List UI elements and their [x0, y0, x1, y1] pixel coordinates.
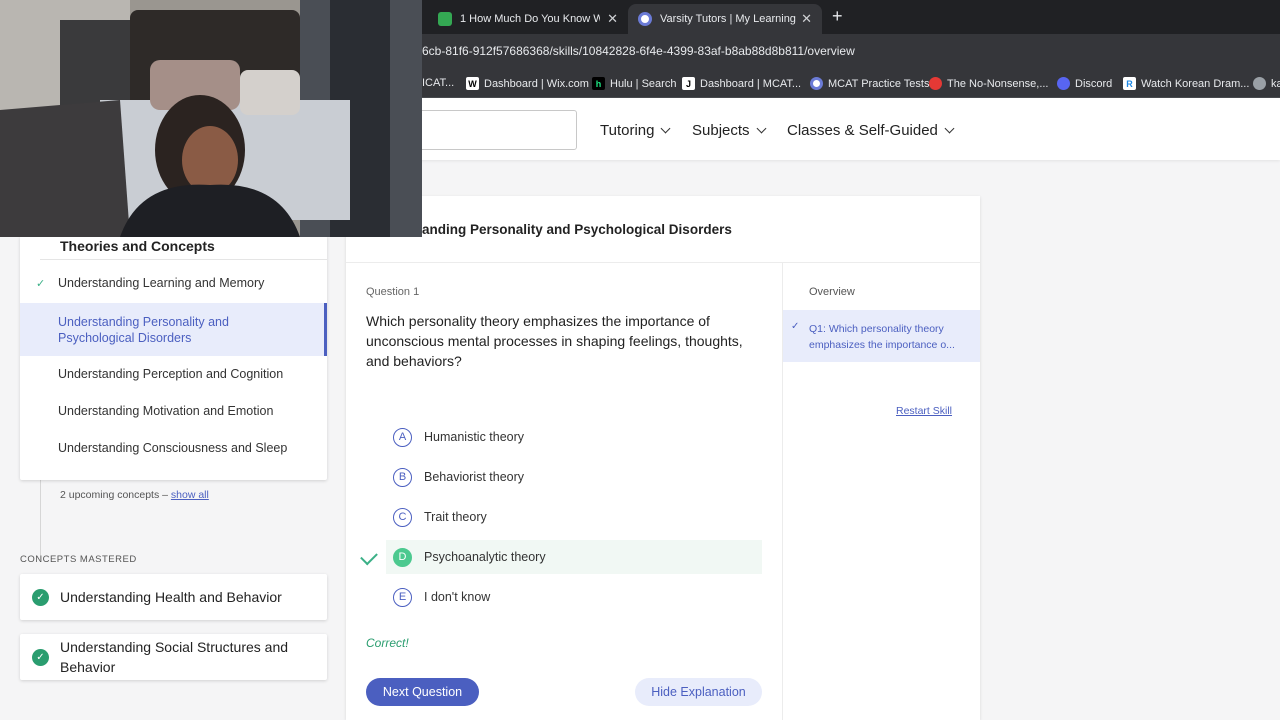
letter-badge: D [393, 547, 412, 567]
concept-item-personality[interactable]: Understanding Personality and Psychologi… [20, 303, 327, 356]
letter-badge: E [393, 587, 412, 607]
nav-tutoring[interactable]: Tutoring [600, 122, 671, 139]
answer-option-d[interactable]: D Psychoanalytic theory [386, 540, 762, 574]
show-all-link[interactable]: show all [171, 489, 209, 501]
bookmark-no-nonsense[interactable]: The No-Nonsense,... [929, 77, 1049, 90]
reddit-icon [929, 77, 942, 90]
divider [346, 262, 980, 263]
new-tab-button[interactable]: + [832, 6, 843, 27]
feedback-message: Correct! [366, 636, 409, 650]
check-icon [360, 547, 378, 566]
bookmark-dashboard-mcat[interactable]: J Dashboard | MCAT... [682, 77, 801, 90]
mastered-item-social[interactable]: ✓ Understanding Social Structures and Be… [20, 634, 327, 680]
varsity-tutors-icon [638, 12, 652, 26]
close-icon[interactable]: ✕ [607, 11, 618, 27]
bookmark-hulu[interactable]: h Hulu | Search [592, 77, 676, 90]
url-field[interactable]: 6cb-81f6-912f57686368/skills/10842828-6f… [422, 44, 855, 58]
question-number: Question 1 [366, 286, 420, 298]
check-icon: ✓ [36, 278, 46, 290]
browser-tab-quiz[interactable]: 1 How Much Do You Know Wo ✕ [428, 4, 628, 34]
concept-item-perception[interactable]: Understanding Perception and Cognition [20, 367, 327, 387]
concept-item-consciousness[interactable]: Understanding Consciousness and Sleep [20, 441, 327, 461]
nav-classes[interactable]: Classes & Self-Guided [787, 122, 955, 139]
overview-heading: Overview [809, 286, 855, 298]
divider [40, 259, 327, 260]
answer-option-e[interactable]: E I don't know [386, 580, 762, 614]
check-circle-icon: ✓ [32, 589, 49, 606]
chevron-down-icon [661, 123, 671, 134]
browser-tab-varsity[interactable]: Varsity Tutors | My Learning ✕ [628, 4, 822, 34]
bookmark-discord[interactable]: Discord [1057, 77, 1112, 90]
bookmark-ka[interactable]: ka [1253, 77, 1280, 90]
close-icon[interactable]: ✕ [801, 11, 812, 27]
globe-icon [1253, 77, 1266, 90]
hulu-icon: h [592, 77, 605, 90]
letter-badge: A [393, 427, 412, 447]
concept-item-learning-memory[interactable]: ✓ Understanding Learning and Memory [20, 276, 327, 296]
concept-item-motivation[interactable]: Understanding Motivation and Emotion [20, 404, 327, 424]
check-icon: ✓ [791, 321, 800, 332]
check-circle-icon: ✓ [32, 649, 49, 666]
sheets-icon [438, 12, 452, 26]
section-title: Theories and Concepts [60, 238, 215, 254]
answer-option-b[interactable]: B Behaviorist theory [386, 460, 762, 494]
bookmark-korean-drama[interactable]: R Watch Korean Dram... [1123, 77, 1249, 90]
document-icon: J [682, 77, 695, 90]
overview-item-q1[interactable]: ✓ Q1: Which personality theory emphasize… [783, 310, 980, 362]
next-question-button[interactable]: Next Question [366, 678, 479, 706]
skill-title: anding Personality and Psychological Dis… [422, 222, 732, 237]
bookmark-mcat-practice[interactable]: MCAT Practice Tests [810, 77, 929, 90]
webcam-feed-image [0, 0, 422, 237]
bookmark-mcat[interactable]: ICAT... [422, 77, 454, 89]
answer-option-a[interactable]: A Humanistic theory [386, 420, 762, 454]
chevron-down-icon [944, 123, 955, 134]
mastered-item-health[interactable]: ✓ Understanding Health and Behavior [20, 574, 327, 620]
letter-badge: C [393, 507, 412, 527]
answer-option-c[interactable]: C Trait theory [386, 500, 762, 534]
letter-badge: B [393, 467, 412, 487]
r-logo-icon: R [1123, 77, 1136, 90]
question-card: anding Personality and Psychological Dis… [346, 196, 980, 720]
concepts-card: Theories and Concepts ✓ Understanding Le… [20, 236, 327, 480]
question-text: Which personality theory emphasizes the … [366, 313, 743, 369]
mastered-heading: CONCEPTS MASTERED [20, 554, 137, 565]
hide-explanation-button[interactable]: Hide Explanation [635, 678, 762, 706]
bookmark-wix[interactable]: W Dashboard | Wix.com [466, 77, 589, 90]
wix-icon: W [466, 77, 479, 90]
nav-subjects[interactable]: Subjects [692, 122, 766, 139]
upcoming-concepts: 2 upcoming concepts – show all [60, 489, 209, 501]
varsity-tutors-icon [810, 77, 823, 90]
restart-skill-link[interactable]: Restart Skill [896, 405, 952, 417]
webcam-overlay [0, 0, 422, 237]
chevron-down-icon [756, 123, 766, 134]
discord-icon [1057, 77, 1070, 90]
